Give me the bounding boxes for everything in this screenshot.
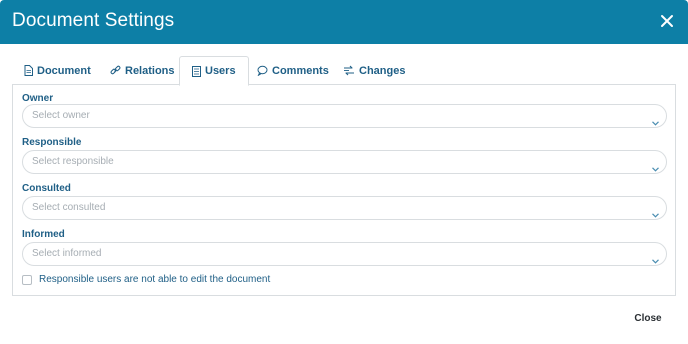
responsible-readonly-checkbox[interactable] xyxy=(22,274,32,285)
tab-users-label: Users xyxy=(205,65,236,77)
responsible-select[interactable]: Select responsible xyxy=(22,150,667,174)
tab-relations[interactable]: Relations xyxy=(110,56,175,85)
close-button[interactable]: Close xyxy=(626,313,670,324)
consulted-label: Consulted xyxy=(22,183,71,194)
tab-changes-label: Changes xyxy=(359,64,406,77)
responsible-label: Responsible xyxy=(22,137,82,148)
tab-bar: Document Relations Users Comments Change… xyxy=(12,56,676,86)
changes-icon xyxy=(343,65,355,76)
document-settings-dialog: Document Settings Document Relations Use… xyxy=(0,0,688,344)
close-icon[interactable] xyxy=(658,12,676,30)
chevron-down-icon xyxy=(652,251,659,269)
owner-placeholder: Select owner xyxy=(32,110,90,121)
owner-select[interactable]: Select owner xyxy=(22,104,667,128)
tab-relations-label: Relations xyxy=(125,64,175,77)
informed-label: Informed xyxy=(22,229,65,240)
chevron-down-icon xyxy=(652,113,659,131)
tab-users[interactable]: Users xyxy=(179,56,249,86)
responsible-readonly-label[interactable]: Responsible users are not able to edit t… xyxy=(39,274,270,285)
informed-placeholder: Select informed xyxy=(32,248,102,259)
tab-changes[interactable]: Changes xyxy=(343,56,405,85)
tab-document-label: Document xyxy=(37,64,91,77)
users-list-icon xyxy=(192,65,201,77)
consulted-select[interactable]: Select consulted xyxy=(22,196,667,220)
responsible-placeholder: Select responsible xyxy=(32,156,114,167)
consulted-placeholder: Select consulted xyxy=(32,202,106,213)
comment-icon xyxy=(257,65,268,76)
chevron-down-icon xyxy=(652,159,659,177)
responsible-readonly-option: Responsible users are not able to edit t… xyxy=(22,274,270,285)
tab-document[interactable]: Document xyxy=(24,56,91,85)
users-tab-panel: Owner Select owner Responsible Select re… xyxy=(12,84,676,296)
document-icon xyxy=(24,65,33,76)
dialog-title: Document Settings xyxy=(12,10,175,31)
informed-select[interactable]: Select informed xyxy=(22,242,667,266)
owner-label: Owner xyxy=(22,93,54,104)
link-icon xyxy=(110,65,121,76)
dialog-header: Document Settings xyxy=(0,0,688,44)
tab-comments-label: Comments xyxy=(272,64,329,77)
chevron-down-icon xyxy=(652,205,659,223)
tab-comments[interactable]: Comments xyxy=(257,56,329,85)
